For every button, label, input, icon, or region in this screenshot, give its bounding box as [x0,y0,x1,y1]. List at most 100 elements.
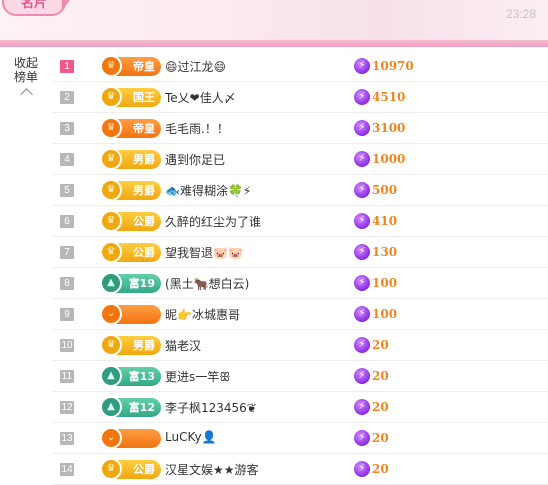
level-badge: ♛ 公爵 [100,210,161,232]
lightning-gem-icon: ⚡ [354,58,370,74]
crown-icon: ♛ [100,334,122,356]
ranking-row[interactable]: 6 ♛ 公爵 久醉的红尘为了谁 ⚡ 410 [52,206,548,237]
header-divider [0,40,548,47]
collapse-ranking-button[interactable]: 收起 榜单 [0,56,52,101]
rank-number: 8 [60,277,74,290]
crown-icon: ♛ [100,55,122,77]
rank-number: 12 [60,401,74,414]
ranking-row[interactable]: 4 ♛ 男爵 遇到你足已 ⚡ 1000 [52,144,548,175]
lightning-gem-icon: ⚡ [354,399,370,415]
user-name[interactable]: 猫老汉 [165,337,201,354]
lightning-gem-icon: ⚡ [354,461,370,477]
level-badge: ⌄ [100,427,161,449]
rank-number: 11 [60,370,74,383]
crown-icon: ♛ [100,86,122,108]
level-badge-label: 公爵 [133,246,155,259]
lightning-gem-icon: ⚡ [354,151,370,167]
tag-tail [62,0,70,10]
lightning-gem-icon: ⚡ [354,306,370,322]
crown-icon: ♛ [100,148,122,170]
user-name[interactable]: 久醉的红尘为了谁 [165,213,261,230]
chevron-up-icon [19,88,33,101]
crown-icon: ♛ [100,117,122,139]
level-badge-label: 富12 [128,401,155,414]
level-badge-label: 男爵 [133,339,155,352]
user-name[interactable]: (黑土🐂想白云) [165,275,249,292]
lightning-gem-icon: ⚡ [354,182,370,198]
header-banner: 名片 23:28 [0,0,548,40]
crown-icon: ♛ [100,179,122,201]
triangle-icon: ▲ [100,272,122,294]
contribution-score: 20 [372,338,389,352]
chevron-icon: ⌄ [100,427,122,449]
ranking-row[interactable]: 13 ⌄ LuCKy👤 ⚡ 20 [52,423,548,454]
level-badge: ♛ 男爵 [100,179,161,201]
level-badge-label: 富19 [128,277,155,290]
rank-number: 6 [60,215,74,228]
contribution-score: 100 [372,307,398,321]
lightning-gem-icon: ⚡ [354,337,370,353]
collapse-label-1: 收起 [13,56,38,70]
user-name[interactable]: LuCKy👤 [165,430,217,444]
user-name[interactable]: 毛毛雨.！！ [165,120,229,137]
crown-icon: ♛ [100,241,122,263]
level-badge-label: 国王 [133,91,155,104]
user-name[interactable]: 汉星文娱★★游客 [165,461,259,478]
level-badge: ▲ 富13 [100,365,161,387]
lightning-gem-icon: ⚡ [354,120,370,136]
ranking-row[interactable]: 10 ♛ 男爵 猫老汉 ⚡ 20 [52,330,548,361]
user-name[interactable]: 昵👉冰城惠哥 [165,306,240,323]
lightning-gem-icon: ⚡ [354,430,370,446]
user-name[interactable]: 😄过江龙😄 [165,58,226,75]
card-tag: 名片 [2,0,66,16]
ranking-row[interactable]: 1 ♛ 帝皇 😄过江龙😄 ⚡ 10970 [52,51,548,82]
ranking-row[interactable]: 2 ♛ 国王 Te乂❤佳人〆 ⚡ 4510 [52,82,548,113]
ranking-row[interactable]: 8 ▲ 富19 (黑土🐂想白云) ⚡ 100 [52,268,548,299]
rank-number: 2 [60,91,74,104]
lightning-gem-icon: ⚡ [354,275,370,291]
ranking-row[interactable]: 9 ⌄ 昵👉冰城惠哥 ⚡ 100 [52,299,548,330]
level-badge: ♛ 帝皇 [100,55,161,77]
level-badge: ♛ 帝皇 [100,117,161,139]
contribution-score: 20 [372,369,389,383]
lightning-gem-icon: ⚡ [354,89,370,105]
lightning-gem-icon: ⚡ [354,368,370,384]
level-badge-label: 富13 [128,370,155,383]
triangle-icon: ▲ [100,365,122,387]
contribution-score: 100 [372,276,398,290]
ranking-list: 1 ♛ 帝皇 😄过江龙😄 ⚡ 10970 2 ♛ 国王 Te乂❤佳人〆 ⚡ 4510 3 ♛ 帝皇 毛毛雨.！… [52,51,548,485]
ranking-row[interactable]: 5 ♛ 男爵 🐟难得糊涂🍀⚡ ⚡ 500 [52,175,548,206]
level-badge: ♛ 公爵 [100,241,161,263]
contribution-score: 20 [372,431,389,445]
crown-icon: ♛ [100,210,122,232]
user-name[interactable]: 遇到你足已 [165,151,225,168]
user-name[interactable]: 李子枫123456❦ [165,399,257,416]
contribution-score: 410 [372,214,398,228]
user-name[interactable]: 望我智退🐷🐷 [165,244,243,261]
contribution-score: 130 [372,245,398,259]
user-name[interactable]: 更进s一竿ꕥ [165,368,230,385]
rank-number: 14 [60,463,74,476]
level-badge: ♛ 男爵 [100,334,161,356]
chevron-icon: ⌄ [100,303,122,325]
user-name[interactable]: Te乂❤佳人〆 [165,89,236,106]
ranking-row[interactable]: 7 ♛ 公爵 望我智退🐷🐷 ⚡ 130 [52,237,548,268]
rank-number: 5 [60,184,74,197]
level-badge: ♛ 国王 [100,86,161,108]
lightning-gem-icon: ⚡ [354,244,370,260]
level-badge-label: 帝皇 [133,60,155,73]
ranking-row[interactable]: 12 ▲ 富12 李子枫123456❦ ⚡ 20 [52,392,548,423]
level-badge-label: 男爵 [133,184,155,197]
rank-number: 13 [60,432,74,445]
contribution-score: 20 [372,462,389,476]
level-badge-label: 公爵 [133,215,155,228]
crown-icon: ♛ [100,458,122,480]
timestamp: 23:28 [505,7,536,21]
rank-number: 9 [60,308,74,321]
collapse-label-2: 榜单 [13,70,38,84]
level-badge: ▲ 富19 [100,272,161,294]
ranking-row[interactable]: 3 ♛ 帝皇 毛毛雨.！！ ⚡ 3100 [52,113,548,144]
ranking-row[interactable]: 11 ▲ 富13 更进s一竿ꕥ ⚡ 20 [52,361,548,392]
user-name[interactable]: 🐟难得糊涂🍀⚡ [165,182,251,199]
contribution-score: 3100 [372,121,406,135]
